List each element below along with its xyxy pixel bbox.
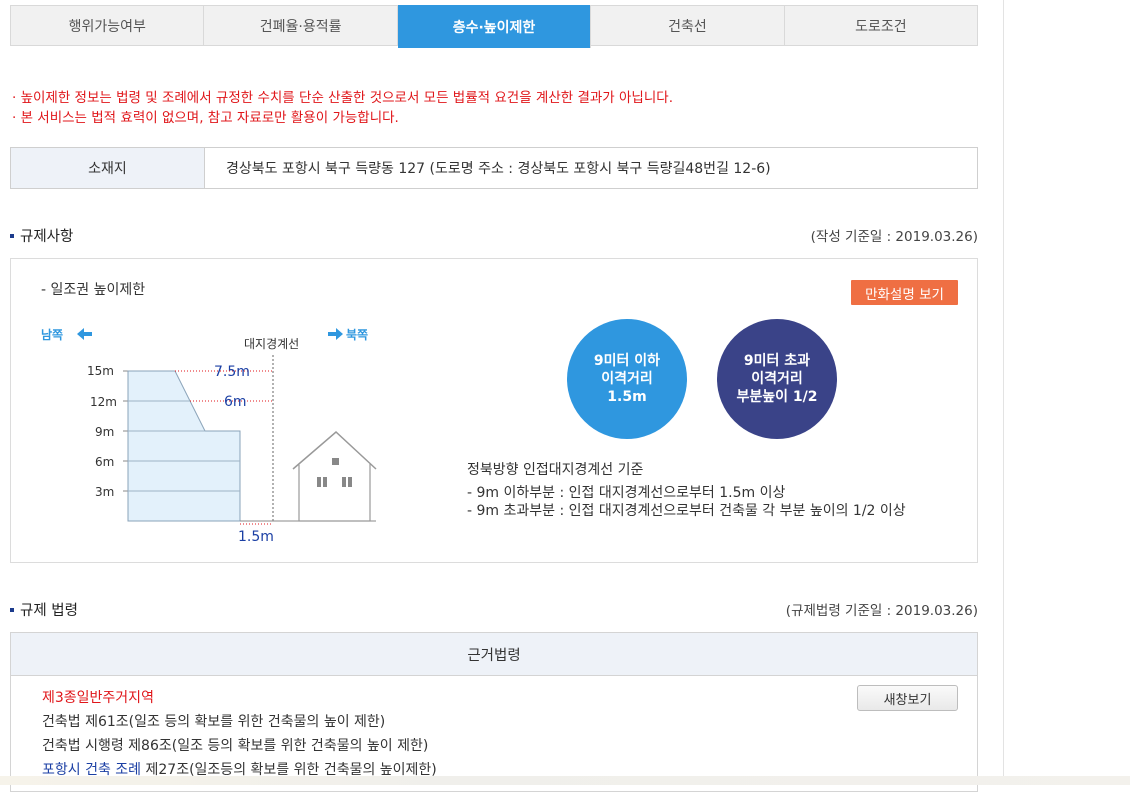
tab-coverage-ratio[interactable]: 건폐율·용적률 xyxy=(204,6,398,45)
sunlight-height-subhead: - 일조권 높이제한 xyxy=(41,282,146,298)
circle-below-9m: 9미터 이하 이격거리 1.5m xyxy=(567,319,687,439)
south-label: 남쪽 xyxy=(41,327,63,342)
circle-above-9m: 9미터 초과 이격거리 부분높이 1/2 xyxy=(717,319,837,439)
new-window-button[interactable]: 새창보기 xyxy=(857,685,958,711)
location-header: 소재지 xyxy=(11,148,205,188)
tick-6m: 6m xyxy=(95,455,114,469)
criteria-line-2: - 9m 초과부분 : 인접 대지경계선으로부터 건축물 각 부분 높이의 1/… xyxy=(467,503,906,519)
tab-road-conditions[interactable]: 도로조건 xyxy=(785,6,977,45)
cartoon-explanation-button[interactable]: 만화설명 보기 xyxy=(851,280,958,305)
house-icon xyxy=(292,430,377,522)
law-line-2: 건축법 시행령 제86조(일조 등의 확보를 위한 건축물의 높이 제한) xyxy=(42,738,429,754)
distance-7-5m: 7.5m xyxy=(214,364,250,380)
distance-1-5m: 1.5m xyxy=(238,529,274,545)
tick-3m: 3m xyxy=(95,485,114,499)
notice-2: · 본 서비스는 법적 효력이 없으며, 참고 자료로만 활용이 가능합니다. xyxy=(12,110,399,126)
tab-permission[interactable]: 행위가능여부 xyxy=(11,6,205,45)
regulation-title: 규제사항 xyxy=(10,225,73,246)
tick-9m: 9m xyxy=(95,425,114,439)
tick-15m: 15m xyxy=(87,364,114,378)
law-line-1: 건축법 제61조(일조 등의 확보를 위한 건축물의 높이 제한) xyxy=(42,714,386,730)
criteria-title: 정북방향 인접대지경계선 기준 xyxy=(467,462,644,478)
bullet-square xyxy=(10,233,14,238)
regulation-box: - 일조권 높이제한 만화설명 보기 남쪽 북쪽 대지경계선 15m 12m 9… xyxy=(10,258,978,563)
arrow-right-icon xyxy=(328,328,343,340)
location-table: 소재지 경상북도 포항시 북구 득량동 127 (도로명 주소 : 경상북도 포… xyxy=(10,147,978,189)
height-limit-diagram: 남쪽 북쪽 대지경계선 15m 12m 9m 6m 3m 7.5m 6m 1.5… xyxy=(41,327,377,545)
tab-bar: 행위가능여부 건폐율·용적률 층수·높이제한 건축선 도로조건 xyxy=(10,5,978,48)
tick-12m: 12m xyxy=(90,395,117,409)
criteria-line-1: - 9m 이하부분 : 인접 대지경계선으로부터 1.5m 이상 xyxy=(467,485,786,501)
laws-header: 근거법령 xyxy=(11,633,977,676)
notice-1: · 높이제한 정보는 법령 및 조례에서 규정한 수치를 단순 산출한 것으로서… xyxy=(12,90,673,106)
laws-date: (규제법령 기준일 : 2019.03.26) xyxy=(785,603,978,619)
bullet-square xyxy=(10,607,14,612)
right-divider xyxy=(1003,0,1004,785)
laws-title: 규제 법령 xyxy=(10,599,78,620)
regulation-date: (작성 기준일 : 2019.03.26) xyxy=(810,229,978,245)
laws-box: 근거법령 제3종일반주거지역 새창보기 건축법 제61조(일조 등의 확보를 위… xyxy=(10,632,978,792)
arrow-left-icon xyxy=(77,328,92,340)
location-value: 경상북도 포항시 북구 득량동 127 (도로명 주소 : 경상북도 포항시 북… xyxy=(226,161,771,177)
north-label: 북쪽 xyxy=(346,328,368,342)
bottom-fade xyxy=(0,776,1130,785)
boundary-label: 대지경계선 xyxy=(244,337,299,351)
tab-building-line[interactable]: 건축선 xyxy=(591,6,785,45)
distance-6m: 6m xyxy=(224,394,247,410)
tab-height-limit[interactable]: 층수·높이제한 xyxy=(397,5,592,48)
zone-name: 제3종일반주거지역 xyxy=(42,690,154,706)
